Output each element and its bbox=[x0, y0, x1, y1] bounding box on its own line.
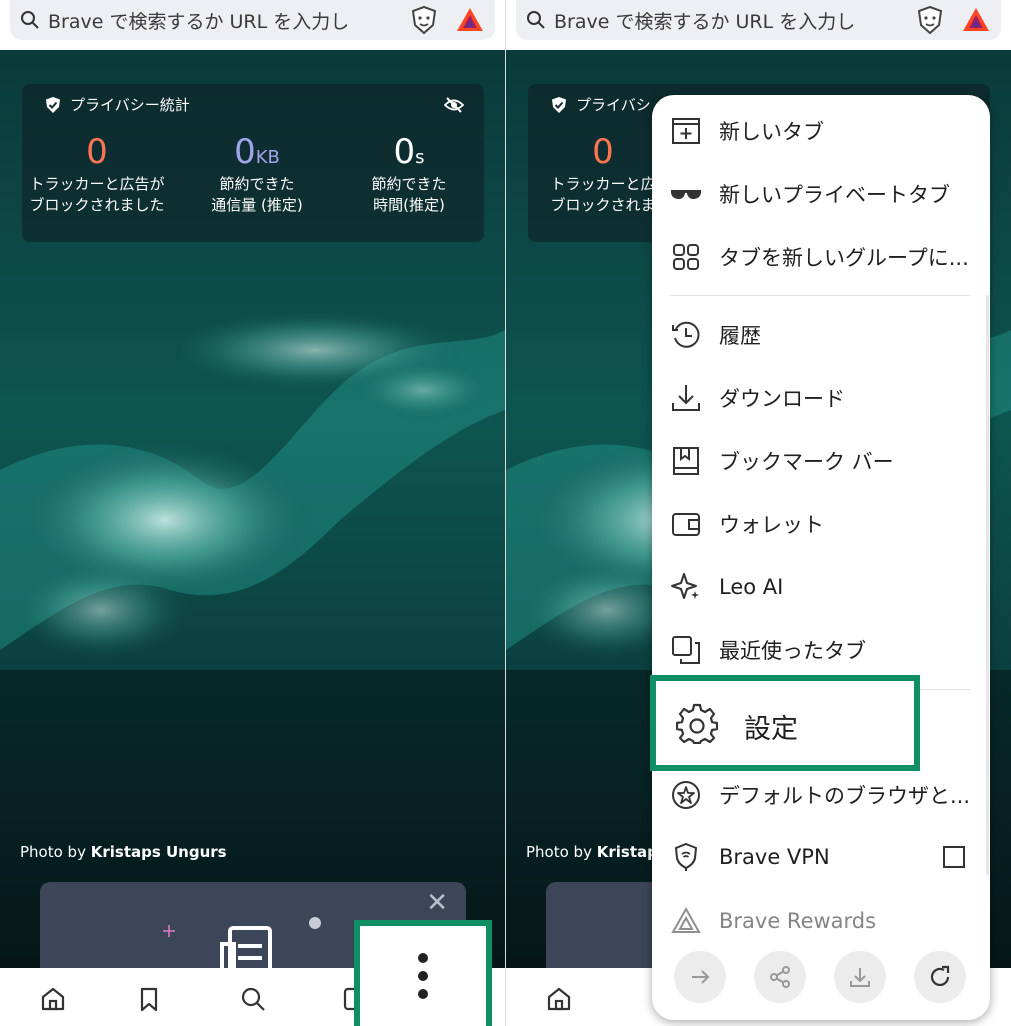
menu-separator bbox=[670, 295, 970, 296]
menu-item-wallet[interactable]: ウォレット bbox=[652, 494, 990, 554]
vpn-checkbox[interactable] bbox=[943, 846, 965, 868]
menu-item-label: ウォレット bbox=[719, 513, 824, 537]
home-icon[interactable] bbox=[546, 986, 572, 1012]
menu-item-label: タブを新しいグループに... bbox=[719, 246, 969, 270]
gear-icon bbox=[676, 703, 718, 744]
url-bar[interactable]: Brave で検索するか URL を入力し bbox=[516, 0, 1001, 40]
menu-item-tab-group[interactable]: タブを新しいグループに... bbox=[652, 227, 990, 287]
menu-item-label: 最近使ったタブ bbox=[719, 639, 866, 663]
photo-credit-prefix: Photo by bbox=[526, 843, 597, 861]
new-tab-icon bbox=[672, 118, 700, 144]
menu-item-history[interactable]: 履歴 bbox=[652, 305, 990, 365]
vpn-icon bbox=[674, 842, 698, 871]
stat-trackers-label: トラッカーと広告が ブロックされました bbox=[29, 175, 165, 214]
url-bar[interactable]: Brave で検索するか URL を入力し bbox=[10, 0, 495, 40]
menu-item-leo-ai[interactable]: Leo AI bbox=[652, 557, 990, 617]
photo-credit: Photo by Kristaps Ungurs bbox=[20, 843, 227, 861]
menu-button-highlight[interactable] bbox=[354, 920, 492, 1026]
stat-trackers-value: 0 bbox=[592, 132, 614, 172]
privacy-stats-header: プライバシ bbox=[550, 94, 651, 115]
home-icon[interactable] bbox=[40, 986, 66, 1012]
reload-button[interactable] bbox=[914, 951, 966, 1003]
bookmark-icon[interactable] bbox=[136, 986, 162, 1012]
brave-shield-icon[interactable] bbox=[409, 5, 439, 35]
menu-item-label: ダウンロード bbox=[719, 387, 845, 411]
menu-item-settings[interactable]: 設定 bbox=[650, 675, 920, 771]
forward-icon bbox=[692, 970, 710, 984]
menu-item-bookmark-bar[interactable]: ブックマーク バー bbox=[652, 431, 990, 491]
menu-item-brave-rewards[interactable]: Brave Rewards bbox=[652, 891, 990, 951]
default-browser-icon bbox=[672, 781, 700, 809]
brave-rewards-icon[interactable] bbox=[961, 5, 991, 35]
wallet-icon bbox=[672, 513, 700, 536]
stat-bandwidth-value: 0 bbox=[234, 132, 256, 172]
privacy-stats-title: プライバシー統計 bbox=[70, 96, 190, 114]
menu-item-label: デフォルトのブラウザと... bbox=[719, 784, 971, 808]
privacy-stats-header: プライバシー統計 bbox=[44, 94, 190, 115]
stat-trackers-value: 0 bbox=[86, 132, 108, 172]
sparkle-icon bbox=[163, 925, 175, 937]
photo-credit: Photo by Kristaps bbox=[526, 843, 667, 861]
menu-item-new-private-tab[interactable]: 新しいプライベートタブ bbox=[652, 164, 990, 224]
brave-rewards-icon[interactable] bbox=[455, 5, 485, 35]
close-icon[interactable]: ✕ bbox=[426, 888, 448, 918]
stat-bandwidth-unit: KB bbox=[255, 147, 280, 168]
decor-dot-icon bbox=[309, 917, 321, 929]
menu-item-label: Brave VPN bbox=[719, 845, 830, 869]
privacy-stats-title: プライバシ bbox=[576, 96, 651, 114]
stat-time: 0s 節約できた 時間(推定) bbox=[334, 132, 484, 216]
search-icon bbox=[527, 11, 545, 29]
more-vertical-icon[interactable] bbox=[413, 950, 433, 1002]
menu-item-label: 履歴 bbox=[719, 324, 761, 348]
brave-shield-icon[interactable] bbox=[915, 5, 945, 35]
stat-time-label: 節約できた 時間(推定) bbox=[371, 175, 447, 214]
stat-time-value: 0 bbox=[393, 132, 416, 172]
menu-item-label: 新しいプライベートタブ bbox=[719, 183, 950, 207]
menu-item-default-browser[interactable]: デフォルトのブラウザと... bbox=[652, 765, 990, 825]
menu-item-label: ブックマーク バー bbox=[719, 450, 894, 474]
menu-item-label: 新しいタブ bbox=[719, 120, 824, 144]
overflow-menu: 新しいタブ 新しいプライベートタブ タブを新しいグループに... 履歴 ダウンロ… bbox=[652, 95, 990, 1020]
search-placeholder[interactable]: Brave で検索するか URL を入力し bbox=[48, 7, 403, 34]
address-bar-area: Brave で検索するか URL を入力し bbox=[506, 0, 1011, 50]
menu-item-downloads[interactable]: ダウンロード bbox=[652, 368, 990, 428]
menu-item-recent-tabs[interactable]: 最近使ったタブ bbox=[652, 620, 990, 680]
stat-trackers: 0 トラッカーと広告が ブロックされました bbox=[22, 132, 172, 216]
shield-check-icon bbox=[46, 96, 60, 113]
stat-time-unit: s bbox=[415, 147, 425, 168]
menu-item-label: Brave Rewards bbox=[719, 909, 877, 933]
reload-icon bbox=[930, 965, 950, 986]
download-page-button[interactable] bbox=[834, 951, 886, 1003]
search-placeholder[interactable]: Brave で検索するか URL を入力し bbox=[554, 7, 909, 34]
recent-tabs-icon bbox=[672, 636, 700, 664]
stat-bandwidth-label: 節約できた 通信量 (推定) bbox=[211, 175, 303, 214]
rewards-icon bbox=[671, 906, 701, 933]
share-icon bbox=[770, 966, 790, 988]
shield-check-icon bbox=[552, 96, 566, 113]
stat-bandwidth: 0KB 節約できた 通信量 (推定) bbox=[182, 132, 332, 216]
privacy-stats-panel: プライバシー統計 0 トラッカーと広告が ブロックされました 0KB 節約できた… bbox=[22, 84, 484, 242]
leo-ai-icon bbox=[671, 573, 699, 599]
share-button[interactable] bbox=[754, 951, 806, 1003]
bookmark-icon bbox=[673, 447, 699, 475]
download-icon bbox=[672, 385, 700, 411]
history-icon bbox=[672, 321, 700, 348]
menu-action-row bbox=[652, 945, 990, 1005]
menu-item-new-tab[interactable]: 新しいタブ bbox=[652, 101, 990, 161]
forward-button[interactable] bbox=[674, 951, 726, 1003]
download-page-icon bbox=[850, 968, 870, 987]
menu-item-brave-vpn[interactable]: Brave VPN bbox=[652, 827, 990, 887]
photo-credit-prefix: Photo by bbox=[20, 843, 91, 861]
address-bar-area: Brave で検索するか URL を入力し bbox=[0, 0, 505, 50]
left-screen: Brave で検索するか URL を入力し プライバシー統計 0 トラッカーと広… bbox=[0, 0, 505, 1026]
search-icon bbox=[21, 11, 39, 29]
menu-item-label: 設定 bbox=[744, 714, 798, 745]
photo-credit-author[interactable]: Kristaps Ungurs bbox=[91, 843, 227, 861]
hide-eye-icon[interactable] bbox=[444, 96, 464, 114]
tab-group-icon bbox=[673, 244, 699, 270]
menu-item-label: Leo AI bbox=[719, 575, 784, 599]
private-tab-icon bbox=[671, 190, 701, 199]
search-icon[interactable] bbox=[240, 986, 266, 1012]
